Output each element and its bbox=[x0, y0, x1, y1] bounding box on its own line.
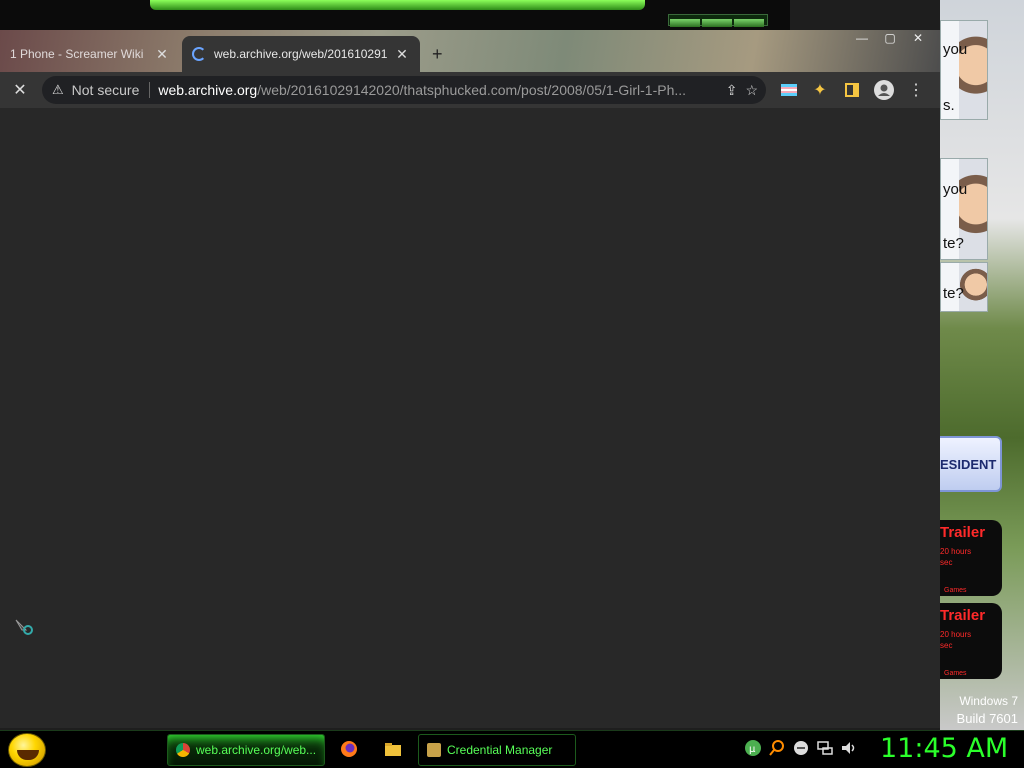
profile-avatar-icon[interactable] bbox=[870, 76, 898, 104]
card-text: you bbox=[943, 41, 968, 58]
top-green-bar bbox=[150, 0, 645, 10]
card-text: te? bbox=[943, 285, 964, 302]
system-clock[interactable]: 11:45 AM bbox=[880, 733, 1008, 764]
level-meter bbox=[668, 14, 768, 27]
trailer-title: Trailer bbox=[940, 607, 986, 624]
card-text: te? bbox=[943, 235, 964, 252]
card-text: you bbox=[943, 181, 968, 198]
side-panel-icon[interactable] bbox=[838, 76, 866, 104]
close-tab-icon[interactable]: ✕ bbox=[394, 46, 410, 63]
card-text: s. bbox=[943, 97, 955, 114]
maximize-button[interactable]: ▢ bbox=[876, 30, 904, 48]
more-menu-icon[interactable]: ⋮ bbox=[902, 76, 930, 104]
svg-text:µ: µ bbox=[749, 744, 756, 755]
tab-screamer-wiki[interactable]: 1 Phone - Screamer Wiki ✕ bbox=[0, 36, 180, 72]
desktop-gadget-card[interactable]: you te? bbox=[940, 158, 988, 260]
firefox-icon[interactable] bbox=[339, 739, 359, 759]
trailer-category: Games bbox=[944, 587, 967, 594]
stop-loading-button[interactable]: ✕ bbox=[6, 76, 34, 104]
windows-build: Build 7601 bbox=[956, 711, 1018, 726]
trailer-title: Trailer bbox=[940, 524, 986, 541]
security-status[interactable]: Not secure bbox=[72, 82, 140, 98]
close-window-button[interactable]: ✕ bbox=[904, 30, 932, 48]
share-icon[interactable]: ⇪ bbox=[726, 82, 738, 99]
trailer-time: 20 hours bbox=[940, 547, 972, 556]
taskbar: web.archive.org/web... Credential Manage… bbox=[0, 730, 1024, 768]
busy-cursor-icon bbox=[15, 619, 33, 635]
trailer-unit: sec bbox=[940, 558, 953, 567]
president-banner[interactable]: ESIDENT bbox=[940, 436, 1002, 492]
volume-icon[interactable] bbox=[840, 739, 858, 757]
browser-window: 1 Phone - Screamer Wiki ✕ web.archive.or… bbox=[0, 30, 940, 728]
utorrent-icon[interactable]: µ bbox=[744, 739, 762, 757]
desktop-top-widget bbox=[0, 0, 790, 30]
trailer-category: Games bbox=[944, 670, 967, 677]
warning-icon[interactable]: ⚠ bbox=[52, 82, 64, 98]
minimize-button[interactable]: — bbox=[848, 30, 876, 48]
task-label: Credential Manager bbox=[447, 743, 553, 757]
url-path: /web/20161029142020/thatsphucked.com/pos… bbox=[257, 82, 687, 98]
trailer-time: 20 hours bbox=[940, 630, 972, 639]
close-tab-icon[interactable]: ✕ bbox=[154, 46, 170, 63]
trailer-gadget[interactable]: Trailer 20 hours sec Games bbox=[940, 520, 1002, 596]
task-label: web.archive.org/web... bbox=[196, 743, 317, 757]
desktop-gadget-card[interactable]: te? bbox=[940, 262, 988, 312]
url-host: web.archive.org bbox=[158, 82, 258, 98]
flag-extension-icon[interactable] bbox=[775, 76, 803, 104]
trailer-gadget[interactable]: Trailer 20 hours sec Games bbox=[940, 603, 1002, 679]
tab-strip: 1 Phone - Screamer Wiki ✕ web.archive.or… bbox=[0, 30, 940, 72]
tab-title: 1 Phone - Screamer Wiki bbox=[10, 47, 144, 61]
taskbar-item-credential-manager[interactable]: Credential Manager bbox=[418, 734, 576, 766]
page-content bbox=[0, 108, 940, 728]
window-controls: — ▢ ✕ bbox=[848, 30, 932, 48]
windows-version: Windows 7 bbox=[959, 694, 1018, 708]
credential-manager-icon bbox=[427, 743, 441, 757]
search-tray-icon[interactable] bbox=[768, 739, 786, 757]
tab-title: web.archive.org/web/201610291 bbox=[214, 47, 388, 61]
taskbar-item-chrome[interactable]: web.archive.org/web... bbox=[167, 734, 325, 766]
start-button-smiley-icon[interactable] bbox=[8, 733, 46, 767]
puzzle-extensions-icon[interactable]: ✦ bbox=[806, 76, 834, 104]
status-tray-icon[interactable] bbox=[792, 739, 810, 757]
network-icon[interactable] bbox=[816, 739, 834, 757]
file-explorer-icon[interactable] bbox=[383, 739, 403, 759]
tab-web-archive[interactable]: web.archive.org/web/201610291 ✕ bbox=[182, 36, 420, 72]
new-tab-button[interactable]: + bbox=[432, 44, 443, 65]
omnibox-actions: ⇪ ☆ bbox=[726, 82, 758, 99]
omnibox-divider bbox=[149, 82, 151, 98]
president-text: ESIDENT bbox=[940, 456, 997, 472]
browser-toolbar: ✕ ⚠ Not secure web.archive.org /web/2016… bbox=[0, 72, 940, 108]
chrome-icon bbox=[176, 743, 190, 757]
bookmark-star-icon[interactable]: ☆ bbox=[745, 82, 758, 99]
address-bar[interactable]: ⚠ Not secure web.archive.org /web/201610… bbox=[42, 76, 766, 104]
loading-spinner-icon bbox=[192, 47, 206, 61]
desktop-gadget-card[interactable]: you s. bbox=[940, 20, 988, 120]
trailer-unit: sec bbox=[940, 641, 953, 650]
